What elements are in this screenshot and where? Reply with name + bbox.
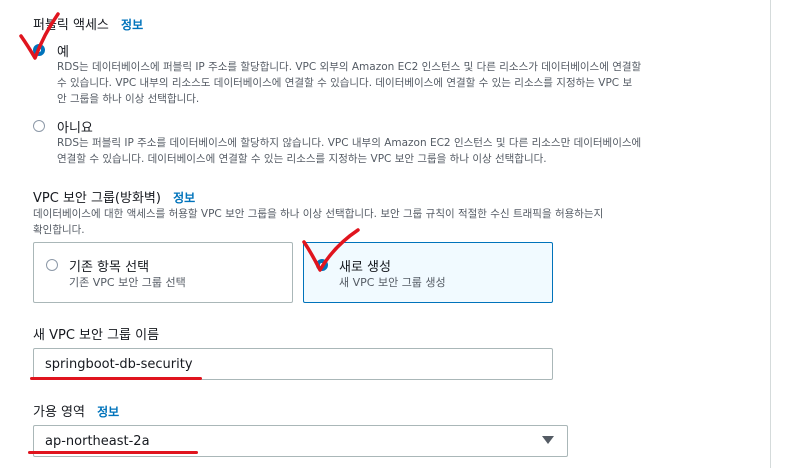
availability-zone-label-text: 가용 영역 — [33, 405, 85, 420]
vpc-security-group-title: VPC 보안 그룹(방화벽) 정보 — [33, 187, 195, 206]
red-checkmark-icon — [19, 12, 60, 60]
availability-zone-info-link[interactable]: 정보 — [97, 405, 119, 419]
public-access-yes-desc: RDS는 데이터베이스에 퍼블릭 IP 주소를 할당합니다. VPC 외부의 A… — [57, 59, 641, 107]
new-sg-name-input[interactable]: springboot-db-security — [33, 348, 553, 380]
new-sg-name-label: 새 VPC 보안 그룹 이름 — [33, 328, 160, 343]
public-access-yes-desc-line1: RDS는 데이터베이스에 퍼블릭 IP 주소를 할당합니다. VPC 외부의 A… — [57, 61, 642, 73]
public-access-yes-desc-line2: 수 있습니다. VPC 내부의 리소스도 데이터베이스에 연결할 수 있습니다.… — [57, 77, 633, 89]
existing-security-group-radio[interactable] — [46, 259, 58, 271]
public-access-info-link[interactable]: 정보 — [121, 18, 143, 32]
right-frame-border — [770, 0, 771, 468]
public-access-no-desc-line2: 연결할 수 있습니다. 데이터베이스에 연결할 수 있는 리소스를 지정하는 V… — [57, 153, 547, 165]
create-new-security-group-desc: 새 VPC 보안 그룹 생성 — [339, 276, 446, 289]
existing-security-group-card[interactable]: 기존 항목 선택 기존 VPC 보안 그룹 선택 — [33, 242, 293, 303]
existing-security-group-desc: 기존 VPC 보안 그룹 선택 — [69, 276, 186, 289]
public-access-no-desc: RDS는 퍼블릭 IP 주소를 데이터베이스에 할당하지 않습니다. VPC 내… — [57, 135, 641, 167]
availability-zone-label: 가용 영역 정보 — [33, 401, 119, 420]
public-access-yes-desc-line3: 안 그룹을 하나 이상 선택합니다. — [57, 93, 200, 105]
red-underline-annotation — [30, 377, 202, 380]
existing-security-group-title: 기존 항목 선택 — [69, 260, 150, 275]
availability-zone-value: ap-northeast-2a — [45, 434, 150, 449]
public-access-no-desc-line1: RDS는 퍼블릭 IP 주소를 데이터베이스에 할당하지 않습니다. VPC 내… — [57, 137, 642, 149]
vpc-security-group-info-link[interactable]: 정보 — [173, 191, 195, 205]
vpc-security-group-desc-line1: 데이터베이스에 대한 액세스를 허용할 VPC 보안 그룹을 하나 이상 선택합… — [33, 208, 604, 220]
public-access-no-label[interactable]: 아니요 — [57, 117, 93, 136]
red-checkmark-icon — [302, 228, 360, 272]
red-underline-annotation — [28, 451, 198, 454]
public-access-no-radio[interactable] — [33, 120, 45, 132]
vpc-security-group-title-text: VPC 보안 그룹(방화벽) — [33, 191, 161, 206]
chevron-down-icon[interactable] — [542, 436, 554, 444]
